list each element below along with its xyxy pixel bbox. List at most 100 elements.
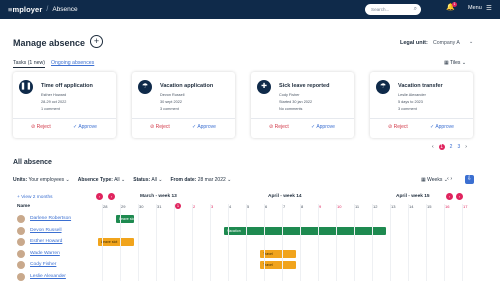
period-select[interactable]: ▦ Weeks ⌄ — [421, 177, 448, 183]
period-nav[interactable]: ‹ › — [447, 176, 452, 182]
absence-bar[interactable]: Vacation — [224, 226, 386, 235]
absence-bar[interactable]: Leave slot — [116, 215, 134, 223]
avatar — [17, 226, 25, 235]
avatar — [17, 261, 25, 269]
umbrella-icon: ☂ — [138, 80, 152, 94]
download-icon[interactable]: ⇩ — [465, 175, 474, 184]
day-label: 31 — [157, 204, 162, 209]
reject-button[interactable]: ⊘ Reject — [388, 124, 408, 130]
tab-tasks[interactable]: Tasks (1 new) — [13, 60, 45, 68]
day-label: 29 — [121, 204, 126, 209]
gridline — [138, 204, 139, 281]
task-title: Time off application — [41, 83, 93, 89]
gridline — [336, 204, 337, 281]
filter-units[interactable]: Units: Your employees ⌄ — [13, 177, 70, 183]
chevron-left-icon[interactable]: ‹ — [446, 193, 453, 200]
approve-button[interactable]: ✓ Approve — [430, 124, 454, 130]
reject-button[interactable]: ⊘ Reject — [150, 124, 170, 130]
chevron-right-icon[interactable]: › — [465, 144, 467, 150]
view-toggle[interactable]: ▦ Tiles ⌄ — [444, 60, 466, 66]
notification-badge: 1 — [452, 2, 457, 7]
employee-row: Wade Warren Travel — [13, 249, 488, 260]
task-date: 28-29 oct 2022 — [41, 100, 67, 104]
task-card: ✚ Sick leave reported Cody Fisher Starte… — [251, 72, 354, 138]
task-comments: 3 comment — [160, 107, 179, 111]
gridline — [102, 204, 103, 281]
avatar — [17, 249, 25, 258]
gridline — [120, 204, 121, 281]
add-absence-button[interactable]: + — [90, 35, 103, 48]
day-label: 4 — [229, 204, 232, 209]
gridline — [300, 204, 301, 281]
menu-label[interactable]: Menu — [468, 5, 482, 11]
gridline — [462, 204, 463, 281]
day-label: 7 — [283, 204, 286, 209]
chevron-left-icon[interactable]: ‹ — [432, 144, 434, 150]
approve-button[interactable]: ✓ Approve — [73, 124, 97, 130]
filter-from-date[interactable]: From date: 28 mar 2022 ⌄ — [170, 177, 231, 183]
absence-bar[interactable]: Travel — [260, 261, 296, 269]
task-card: ☂ Vacation application Devon Russell 30 … — [132, 72, 235, 138]
name-column-header: Name — [17, 204, 31, 209]
task-person: Devon Russell — [160, 93, 185, 97]
gridline — [390, 204, 391, 281]
task-date: 5 days to 2023 — [398, 100, 423, 104]
chevron-left-icon[interactable]: ‹ — [96, 193, 103, 200]
section-title: All absence — [13, 159, 52, 166]
day-label: 16 — [445, 204, 450, 209]
task-card: ☂ Vacation transfer Leslie Alexander 5 d… — [370, 72, 473, 138]
gridline — [372, 204, 373, 281]
gridline — [408, 204, 409, 281]
top-bar: ≡mployer / Absence Search... ⌕ 🔔 1 Menu … — [0, 0, 500, 19]
chevron-down-icon[interactable]: ⌄ — [469, 39, 473, 45]
page-link[interactable]: 3 — [457, 144, 460, 150]
gridline — [426, 204, 427, 281]
gridline — [354, 204, 355, 281]
approve-button[interactable]: ✓ Approve — [311, 124, 335, 130]
employee-name-link[interactable]: Leslie Alexander — [30, 274, 66, 279]
task-date: 30 sept 2022 — [160, 100, 182, 104]
day-label: 3 — [211, 204, 214, 209]
absence-bar[interactable]: Travel — [260, 249, 296, 258]
approve-button[interactable]: ✓ Approve — [192, 124, 216, 130]
page-current[interactable]: 1 — [438, 144, 445, 150]
chevron-down-icon: ⌄ — [461, 60, 467, 66]
view-months-link[interactable]: + View 2 months — [17, 195, 53, 200]
day-label: 17 — [463, 204, 468, 209]
logo-separator: / — [46, 6, 49, 13]
reject-button[interactable]: ⊘ Reject — [269, 124, 289, 130]
task-person: Leslie Alexander — [398, 93, 426, 97]
employee-name-link[interactable]: Wade Warren — [30, 251, 60, 256]
task-person: Cody Fisher — [279, 93, 300, 97]
hamburger-icon[interactable]: ☰ — [486, 4, 492, 12]
tab-ongoing-absences[interactable]: Ongoing absences — [51, 60, 94, 68]
view-toggle-label: Tiles — [450, 60, 461, 66]
week-label: April - week 14 — [268, 194, 302, 199]
search-placeholder: Search... — [371, 7, 390, 12]
avatar — [17, 238, 25, 246]
employee-name-link[interactable]: Darlene Robertson — [30, 216, 71, 221]
employee-name-link[interactable]: Devon Russell — [30, 228, 62, 233]
day-label: 11 — [355, 204, 360, 209]
day-label: 13 — [391, 204, 396, 209]
employee-row: Devon Russell Vacation — [13, 226, 488, 237]
page-link[interactable]: 2 — [450, 144, 453, 150]
chevron-right-icon[interactable]: › — [108, 193, 115, 200]
reject-button[interactable]: ⊘ Reject — [31, 124, 51, 130]
gridline — [156, 204, 157, 281]
task-title: Sick leave reported — [279, 83, 330, 89]
employee-name-link[interactable]: Cody Fisher — [30, 262, 56, 267]
filter-absence-type[interactable]: Absence Type: All ⌄ — [78, 177, 125, 183]
chevron-right-icon[interactable]: › — [456, 193, 463, 200]
task-card: ❚❚ Time off application Esther Howard 28… — [13, 72, 116, 138]
filter-status[interactable]: Status: All ⌄ — [133, 177, 162, 183]
legal-unit-select[interactable]: Company A — [433, 40, 460, 46]
app-logo[interactable]: ≡mployer — [8, 5, 42, 14]
search-input[interactable]: Search... ⌕ — [365, 4, 421, 15]
employee-name-link[interactable]: Esther Howard — [30, 239, 62, 244]
absence-bar[interactable]: Leave slot — [98, 238, 134, 246]
umbrella-icon: ☂ — [376, 80, 390, 94]
gridline — [282, 204, 283, 281]
plus-icon: ✚ — [257, 80, 271, 94]
search-icon: ⌕ — [413, 6, 417, 12]
